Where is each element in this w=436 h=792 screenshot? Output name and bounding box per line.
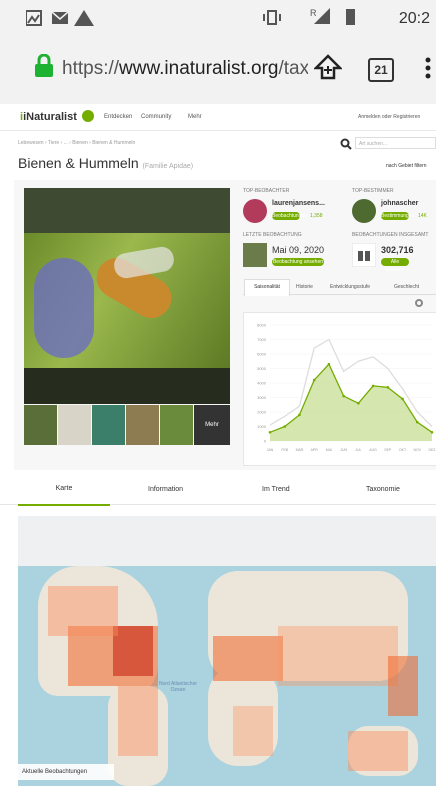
nav-explore[interactable]: Entdecken bbox=[104, 114, 132, 120]
series-area bbox=[270, 364, 432, 441]
data-point bbox=[312, 378, 316, 382]
browser-toolbar: https://www.inaturalist.org/taxa 21 bbox=[0, 36, 436, 105]
svg-text:R: R bbox=[310, 8, 317, 18]
tab-history[interactable]: Historie bbox=[296, 284, 313, 290]
tab-life-stage[interactable]: Entwicklungsstufe bbox=[330, 284, 370, 290]
x-tick-label: OKT bbox=[399, 448, 407, 452]
total-observations-count: 302,716 bbox=[381, 245, 414, 255]
photo-thumbnail[interactable] bbox=[58, 405, 91, 445]
lock-icon bbox=[35, 54, 53, 77]
site-header: iiNaturalist Entdecken Community Mehr An… bbox=[0, 104, 436, 131]
x-tick-label: JAN bbox=[267, 448, 274, 452]
x-tick-label: MAI bbox=[326, 448, 332, 452]
system-icons: R bbox=[263, 8, 355, 25]
top-observer-button[interactable]: Beobachtungen bbox=[272, 212, 307, 220]
last-observation-label: LETZTE BEOBACHTUNG bbox=[243, 232, 302, 238]
y-tick-label: 7000 bbox=[257, 337, 267, 342]
total-observations-label: BEOBACHTUNGEN INSGESAMT bbox=[352, 232, 429, 238]
y-tick-label: 4000 bbox=[257, 381, 267, 386]
x-tick-label: SEP bbox=[384, 448, 392, 452]
x-tick-label: MÄR bbox=[296, 448, 304, 452]
gear-icon[interactable] bbox=[414, 298, 424, 308]
top-observer-name[interactable]: laurenjansens... bbox=[272, 200, 325, 207]
taxon-search-icon[interactable] bbox=[340, 138, 352, 150]
tab-sex[interactable]: Geschlecht bbox=[394, 284, 419, 290]
observation-map[interactable]: Nord Atlantischer Ozean Aktuelle Beobach… bbox=[18, 516, 436, 786]
tab-switcher-button[interactable]: 21 bbox=[368, 58, 394, 82]
photo-thumbnail[interactable] bbox=[160, 405, 193, 445]
x-tick-label: JUL bbox=[355, 448, 361, 452]
y-tick-label: 5000 bbox=[257, 366, 267, 371]
binoculars-icon bbox=[352, 243, 376, 267]
y-tick-label: 2000 bbox=[257, 410, 267, 415]
ocean-label: Nord Atlantischer Ozean bbox=[158, 681, 198, 693]
status-time: 20:2 bbox=[398, 10, 430, 27]
x-tick-label: AUG bbox=[369, 448, 377, 452]
last-observation-date: Mai 09, 2020 bbox=[272, 245, 325, 255]
top-identifier-label: TOP-BESTIMMER bbox=[352, 188, 394, 194]
tab-information[interactable]: Information bbox=[148, 486, 183, 493]
x-tick-label: APR bbox=[311, 448, 319, 452]
data-point bbox=[386, 386, 390, 389]
data-point bbox=[401, 397, 404, 401]
top-identifier-button[interactable]: Bestimmungen bbox=[381, 212, 414, 220]
nav-more[interactable]: Mehr bbox=[188, 114, 202, 120]
data-point bbox=[268, 431, 272, 434]
status-bar: R 20:2 bbox=[0, 0, 436, 36]
map-caption: Aktuelle Beobachtungen bbox=[18, 764, 114, 780]
location-filter[interactable]: nach Gebiet filtern bbox=[386, 163, 427, 169]
top-identifier-name[interactable]: johnascher bbox=[381, 200, 418, 207]
page-title: Bienen & Hummeln (Familie Apidae) bbox=[18, 155, 194, 171]
photo-thumbnail[interactable] bbox=[24, 405, 57, 445]
x-tick-label: NOV bbox=[413, 448, 421, 452]
y-tick-label: 1000 bbox=[257, 424, 267, 429]
nav-community[interactable]: Community bbox=[141, 114, 171, 120]
menu-dots-icon[interactable] bbox=[424, 56, 434, 82]
data-point bbox=[357, 402, 360, 405]
last-observation-thumb[interactable] bbox=[243, 243, 267, 267]
view-observation-button[interactable]: Beobachtung ansehen bbox=[272, 258, 324, 266]
data-point bbox=[415, 420, 419, 424]
y-tick-label: 6000 bbox=[257, 352, 267, 357]
x-tick-label: JUN bbox=[340, 448, 347, 452]
top-identifier-count: 14K bbox=[418, 213, 427, 219]
seasonality-chart: 8000 7000 6000 5000 4000 3000 2000 1000 0JAN FEB M… bbox=[257, 323, 436, 453]
taxon-search-input[interactable]: Art suchen... bbox=[355, 137, 436, 149]
top-observer-count: 1,358 bbox=[310, 213, 323, 219]
search-icon[interactable] bbox=[82, 110, 94, 122]
taxon-photo[interactable] bbox=[24, 188, 230, 404]
login-link[interactable]: Anmelden oder Registrieren bbox=[358, 114, 420, 120]
x-tick-label: DEZ bbox=[429, 448, 436, 452]
y-tick-label: 8000 bbox=[257, 323, 267, 328]
top-observer-label: TOP-BEOBACHTER bbox=[243, 188, 290, 194]
more-photos-button[interactable]: Mehr bbox=[194, 405, 230, 445]
chart-box: 8000 7000 6000 5000 4000 3000 2000 1000 0 JAN FEB M… bbox=[243, 312, 436, 466]
notification-icons bbox=[26, 10, 94, 26]
breadcrumb[interactable]: Lebewesen › Tiere › ... › Bienen › Biene… bbox=[18, 140, 135, 146]
data-point bbox=[327, 362, 331, 366]
y-tick-label: 3000 bbox=[257, 395, 267, 400]
avatar[interactable] bbox=[352, 199, 376, 223]
data-point bbox=[283, 425, 287, 428]
data-point bbox=[371, 384, 375, 388]
tab-taxonomy[interactable]: Taxonomie bbox=[366, 486, 400, 493]
tab-map[interactable]: Karte bbox=[18, 478, 110, 506]
tab-seasonality[interactable]: Saisonalität bbox=[244, 279, 290, 296]
y-tick-label: 0 bbox=[264, 439, 267, 444]
data-point bbox=[298, 413, 301, 417]
avatar[interactable] bbox=[243, 199, 267, 223]
data-point bbox=[342, 394, 345, 398]
home-icon[interactable] bbox=[314, 54, 342, 82]
tab-trending[interactable]: Im Trend bbox=[262, 486, 290, 493]
view-all-button[interactable]: Alle ansehen bbox=[381, 258, 409, 273]
photo-thumbnail[interactable] bbox=[92, 405, 125, 445]
data-point bbox=[430, 431, 434, 434]
photo-thumbnail[interactable] bbox=[126, 405, 159, 445]
inaturalist-logo[interactable]: iiNaturalist bbox=[20, 111, 77, 123]
url-field[interactable]: https://www.inaturalist.org/taxa bbox=[62, 58, 308, 80]
x-tick-label: FEB bbox=[281, 448, 288, 452]
